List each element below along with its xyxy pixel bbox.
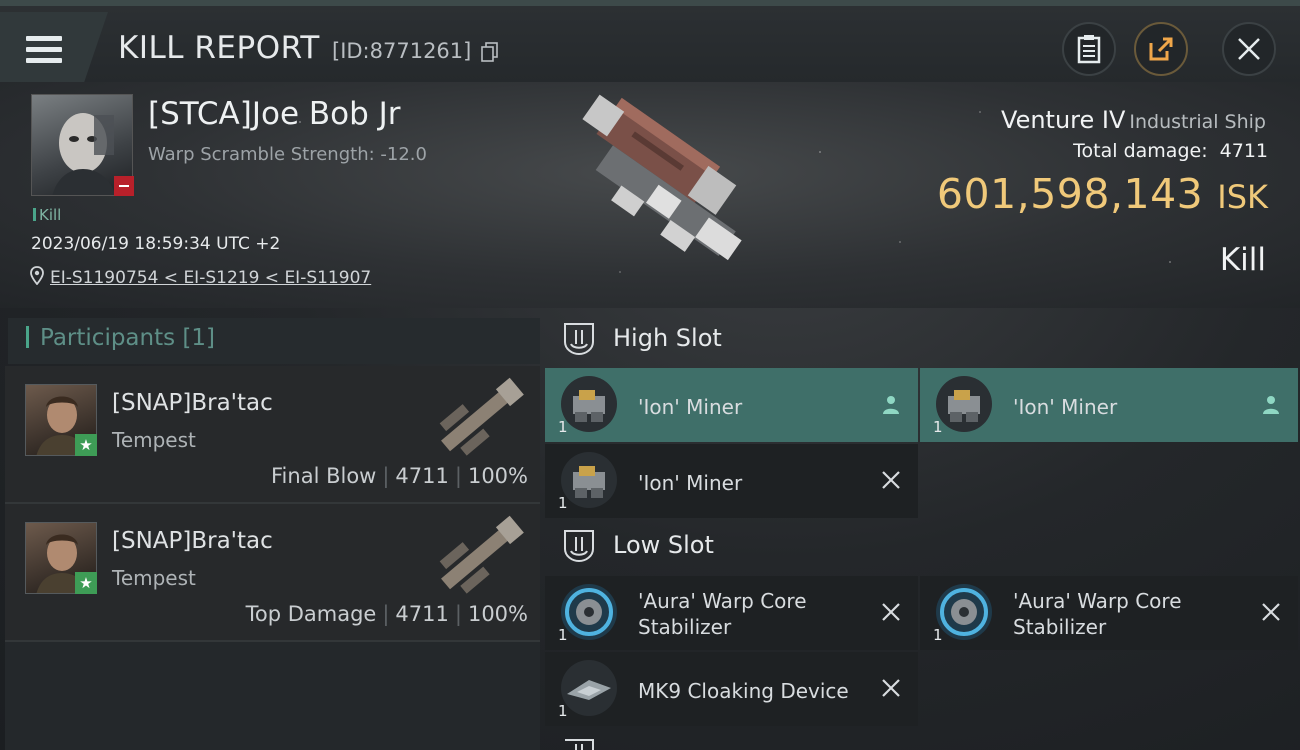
participants-list: ★ [SNAP]Bra'tac Tempest Final Blow | 4711 |… [5,366,540,750]
module-item[interactable]: 1 'Ion' Miner [545,444,918,518]
module-quantity: 1 [933,626,943,644]
victim-ship-image [582,94,742,261]
page-title: KILL REPORT [118,30,320,66]
share-icon [1149,37,1173,61]
outcome-label: Kill [1219,242,1266,278]
total-damage-label: Total damage: [1073,140,1208,162]
participant-role: Final Blow [271,464,377,488]
participant-role: Top Damage [245,602,377,626]
kill-report-screen: KILL REPORT [ID:8771261] [STCA]Joe Bob J… [0,0,1300,750]
module-name: 'Aura' Warp Core Stabilizer [638,588,807,640]
star-icon: ★ [75,434,97,456]
participants-title: Participants [40,325,176,351]
report-id: [ID:8771261] [332,39,472,63]
star-icon: ★ [75,572,97,594]
location-link[interactable]: EI-S1190754 < EI-S1219 < EI-S11907 [50,268,371,288]
participant-stats: Top Damage | 4711 | 100% [245,602,528,626]
participant-ship: Tempest [112,566,196,590]
low-slot-title: Low Slot [613,531,714,559]
participant-percent: 100% [467,464,528,488]
high-slot-header: High Slot [545,316,1300,366]
ship-class: Industrial Ship [1129,111,1266,133]
total-damage: Total damage: 4711 [1073,140,1268,162]
menu-button[interactable] [0,12,108,82]
module-item[interactable]: 1 MK9 Cloaking Device [545,652,918,726]
participants-header: Participants [1] [8,318,540,364]
module-quantity: 1 [558,626,568,644]
participant-damage: 4711 [395,464,449,488]
module-item[interactable]: 1 'Aura' Warp Core Stabilizer [920,576,1298,650]
module-item[interactable]: 1 'Aura' Warp Core Stabilizer [545,576,918,650]
warp-core-stabilizer-icon [936,584,992,640]
slot-icon [564,323,594,356]
module-quantity: 1 [558,702,568,720]
participants-count: [1] [182,325,216,351]
participant-ship: Tempest [112,428,196,452]
module-name-line2: Stabilizer [1013,615,1107,639]
participant-name[interactable]: [SNAP]Bra'tac [112,528,273,554]
module-quantity: 1 [558,418,568,436]
participant-percent: 100% [467,602,528,626]
copy-icon[interactable] [481,42,499,62]
module-name: 'Aura' Warp Core Stabilizer [1013,588,1182,640]
x-icon [1262,603,1280,621]
module-name-line1: 'Aura' Warp Core [1013,589,1182,613]
victim-warp-scramble: Warp Scramble Strength: -12.0 [148,144,427,165]
x-icon [882,603,900,621]
x-icon [882,679,900,697]
victim-ship[interactable]: Venture IV Industrial Ship [1001,106,1266,134]
victim-summary: [STCA]Joe Bob Jr Warp Scramble Strength:… [0,82,1300,308]
isk-amount: 601,598,143 [936,170,1204,218]
close-icon [1238,38,1260,60]
x-icon [882,471,900,489]
top-bar: KILL REPORT [ID:8771261] [0,0,1300,82]
close-button[interactable] [1222,22,1276,76]
hostile-flag-icon [114,176,134,196]
location-pin-icon [30,266,44,286]
miner-module-icon [936,376,992,432]
slot-icon [564,530,594,563]
person-icon [883,396,899,414]
ship-name: Venture IV [1001,106,1126,134]
clipboard-icon [1077,35,1101,64]
module-name: 'Ion' Miner [638,471,743,495]
result-tag: Kill [33,206,61,224]
module-quantity: 1 [933,418,943,436]
total-damage-value: 4711 [1219,140,1268,162]
participant-ship-image [439,377,524,456]
participant-ship-image [439,515,524,594]
person-icon [1263,396,1279,414]
share-button[interactable] [1134,22,1188,76]
isk-value: 601,598,143 ISK [937,170,1268,218]
menu-icon [26,36,62,64]
clipboard-button[interactable] [1062,22,1116,76]
participant-row[interactable]: ★ [SNAP]Bra'tac Tempest Top Damage | 4711 |… [5,504,540,642]
cloaking-device-icon [561,660,617,716]
module-name-line1: 'Aura' Warp Core [638,589,807,613]
high-slot-title: High Slot [613,324,722,352]
module-quantity: 1 [558,494,568,512]
isk-unit: ISK [1217,178,1268,216]
module-name-line2: Stabilizer [638,615,732,639]
module-name: MK9 Cloaking Device [638,679,849,703]
slot-icon [565,739,594,750]
participant-stats: Final Blow | 4711 | 100% [271,464,528,488]
kill-location[interactable]: EI-S1190754 < EI-S1219 < EI-S11907 [30,266,371,288]
module-item[interactable]: 1 'Ion' Miner [920,368,1298,442]
low-slot-header: Low Slot [545,523,1300,573]
participant-damage: 4711 [395,602,449,626]
warp-core-stabilizer-icon [561,584,617,640]
miner-module-icon [561,452,617,508]
module-name: 'Ion' Miner [1013,395,1118,419]
module-name: 'Ion' Miner [638,395,743,419]
victim-name[interactable]: [STCA]Joe Bob Jr [148,96,401,132]
module-item[interactable]: 1 'Ion' Miner [545,368,918,442]
participant-row[interactable]: ★ [SNAP]Bra'tac Tempest Final Blow | 4711 |… [5,366,540,504]
miner-module-icon [561,376,617,432]
participant-name[interactable]: [SNAP]Bra'tac [112,390,273,416]
kill-datetime: 2023/06/19 18:59:34 UTC +2 [31,234,281,254]
